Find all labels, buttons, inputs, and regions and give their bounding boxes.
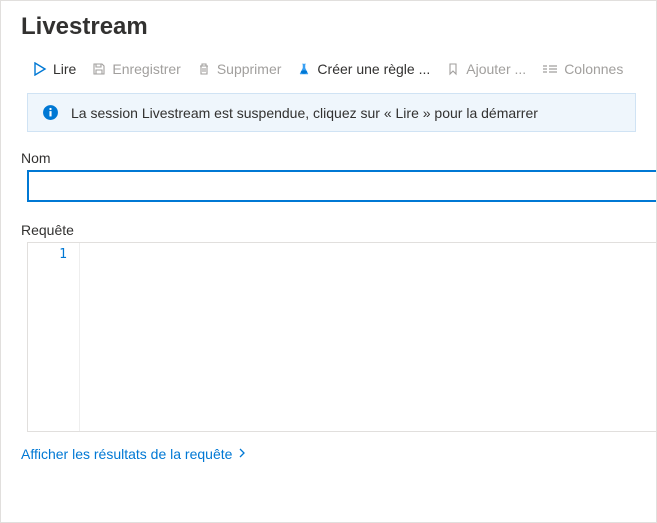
info-message: La session Livestream est suspendue, cli… [71, 105, 538, 121]
line-gutter: 1 [28, 243, 80, 431]
name-input[interactable] [27, 170, 656, 202]
trash-icon [197, 62, 211, 76]
play-label: Lire [53, 61, 76, 77]
columns-button[interactable]: Colonnes [536, 59, 629, 79]
query-code-area[interactable] [80, 243, 656, 431]
page-title: Livestream [1, 1, 656, 49]
save-icon [92, 62, 106, 76]
chevron-right-icon [238, 448, 246, 461]
show-results-link[interactable]: Afficher les résultats de la requête [1, 432, 656, 476]
play-button[interactable]: Lire [27, 59, 82, 79]
columns-label: Colonnes [564, 61, 623, 77]
add-label: Ajouter ... [466, 61, 526, 77]
line-number: 1 [28, 247, 67, 262]
name-label: Nom [1, 144, 656, 170]
columns-icon [542, 62, 558, 76]
bookmark-icon [446, 62, 460, 76]
delete-label: Supprimer [217, 61, 282, 77]
create-rule-label: Créer une règle ... [317, 61, 430, 77]
play-icon [33, 62, 47, 76]
delete-button[interactable]: Supprimer [191, 59, 288, 79]
create-rule-button[interactable]: Créer une règle ... [291, 59, 436, 79]
show-results-label: Afficher les résultats de la requête [21, 446, 232, 462]
query-label: Requête [1, 216, 656, 242]
flask-icon [297, 62, 311, 76]
save-button[interactable]: Enregistrer [86, 59, 186, 79]
save-label: Enregistrer [112, 61, 180, 77]
add-button[interactable]: Ajouter ... [440, 59, 532, 79]
toolbar: Lire Enregistrer Supprimer Créer une règ… [1, 49, 656, 89]
query-editor[interactable]: 1 [27, 242, 656, 432]
info-icon [42, 104, 59, 121]
info-banner: La session Livestream est suspendue, cli… [27, 93, 636, 132]
